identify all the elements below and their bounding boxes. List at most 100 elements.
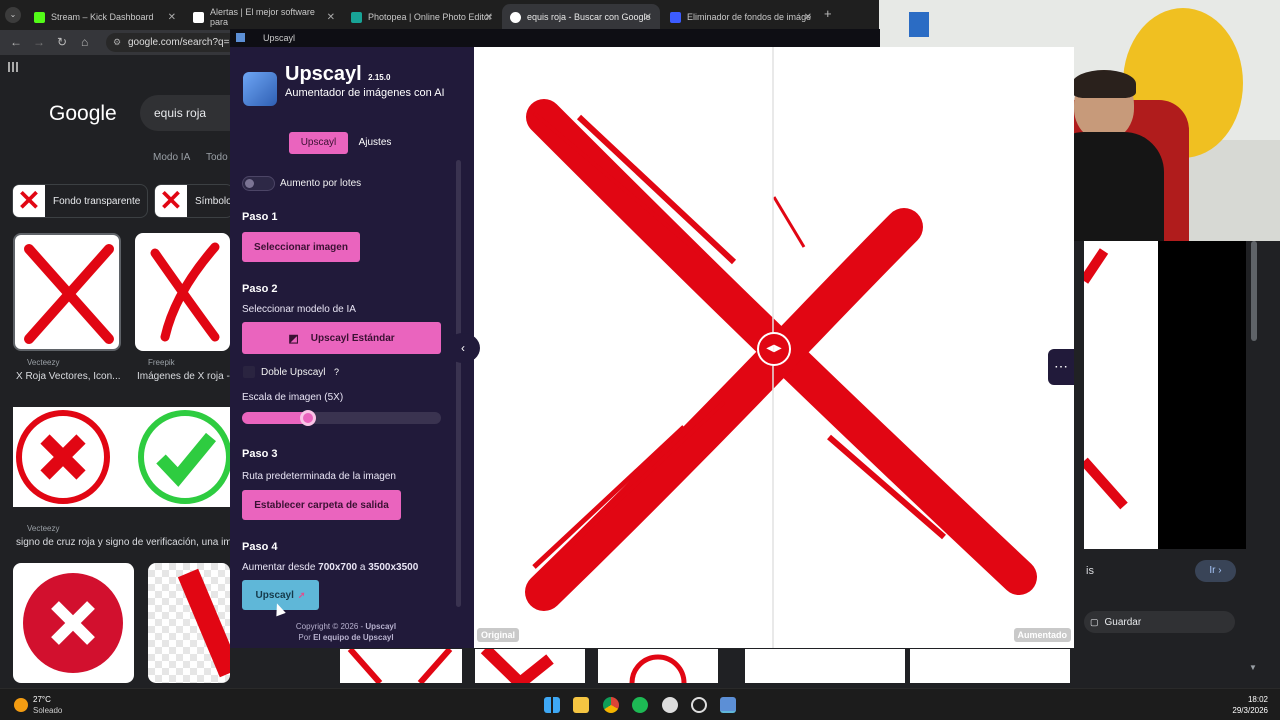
batch-label: Aumento por lotes [280, 178, 362, 189]
site-info-icon: ⚙ [113, 37, 122, 47]
close-tab-icon[interactable]: ✕ [644, 12, 652, 23]
tab-upscayl[interactable]: Upscayl [289, 132, 348, 154]
result-title[interactable]: X Roja Vectores, Icon... [16, 371, 121, 382]
weather-temp: 27°C [33, 695, 51, 704]
more-options-button[interactable]: ⋯ [1048, 349, 1074, 385]
kick-icon [34, 11, 45, 23]
tab-remove-bg[interactable]: Eliminador de fondos de imáge ✕ [662, 4, 820, 30]
photopea-icon [351, 11, 362, 23]
resolution-info: Aumentar desde 700x700 a 3500x3500 [242, 562, 419, 573]
new-tab-button[interactable]: + [824, 6, 832, 21]
model-select[interactable]: ◩ Upscayl Estándar [242, 322, 441, 354]
upscayl-sidebar: Upscayl 2.15.0 Aumentador de imágenes co… [230, 47, 474, 648]
save-button[interactable]: ▢ Guardar [1084, 611, 1235, 633]
result-image[interactable] [13, 407, 230, 507]
start-icon[interactable] [544, 697, 560, 713]
help-icon[interactable]: ? [334, 367, 339, 377]
double-upscayl-checkbox[interactable] [243, 366, 255, 378]
image-compare-preview[interactable]: ◀▶ Original Aumentado [474, 47, 1074, 648]
select-image-button[interactable]: Seleccionar imagen [242, 232, 360, 262]
result-image[interactable] [745, 649, 905, 683]
scale-slider-thumb[interactable] [300, 410, 316, 426]
chrome-icon[interactable] [603, 697, 619, 713]
clock-date[interactable]: 29/3/2026 [1232, 706, 1268, 715]
cross-and-check-image [16, 410, 230, 504]
output-path-label: Ruta predeterminada de la imagen [242, 471, 396, 482]
search-input[interactable]: equis roja [140, 95, 240, 131]
double-upscayl-label: Doble Upscayl [261, 367, 326, 378]
upscayl-taskbar-icon[interactable] [720, 697, 736, 713]
step3-title: Paso 3 [242, 448, 278, 460]
compare-handle[interactable]: ◀▶ [757, 332, 791, 366]
tab-google-search[interactable]: equis roja - Buscar con Google ✕ [502, 4, 660, 30]
red-x-image [177, 568, 230, 678]
clock-time[interactable]: 18:02 [1248, 695, 1268, 704]
step4-title: Paso 4 [242, 541, 278, 553]
google-logo[interactable]: Google [49, 102, 117, 126]
result-image[interactable] [340, 649, 462, 683]
spotify-icon[interactable] [632, 697, 648, 713]
result-image[interactable] [13, 563, 134, 683]
filter-todo[interactable]: Todo [206, 152, 228, 163]
copyright: Copyright © 2026 - Upscayl Por El equipo… [295, 622, 397, 642]
weather-icon[interactable] [14, 698, 28, 712]
close-tab-icon[interactable]: ✕ [168, 12, 176, 23]
upscaled-label: Aumentado [1013, 628, 1071, 642]
result-image[interactable] [910, 649, 1070, 683]
forward-icon[interactable]: → [33, 35, 45, 49]
model-label: Seleccionar modelo de IA [242, 304, 356, 315]
set-output-folder-button[interactable]: Establecer carpeta de salida [242, 490, 401, 520]
result-image[interactable] [148, 563, 230, 683]
result-image[interactable] [135, 233, 230, 351]
version: 2.15.0 [368, 73, 391, 82]
apps-icon[interactable] [8, 62, 18, 72]
filter-modo-ia[interactable]: Modo IA [153, 152, 190, 163]
result-image[interactable] [13, 233, 121, 351]
tab-alertas[interactable]: Alertas | El mejor software para ✕ [185, 4, 343, 30]
preview-black-area [1158, 241, 1246, 549]
back-icon[interactable]: ← [10, 35, 22, 49]
original-label: Original [477, 628, 520, 642]
home-icon[interactable]: ⌂ [81, 35, 88, 49]
batch-toggle[interactable] [242, 176, 275, 191]
collapse-sidebar-button[interactable]: ‹ [446, 333, 480, 363]
result-image[interactable] [475, 649, 585, 683]
close-tab-icon[interactable]: ✕ [804, 12, 812, 23]
upscayl-app-icon [236, 33, 245, 42]
image-preview-panel: is Ir › ▢ Guardar ▼ [1074, 241, 1280, 688]
red-x-image [1084, 248, 1128, 510]
sidebar-scrollbar[interactable] [456, 160, 461, 607]
red-x-image [480, 649, 554, 683]
tab-kick[interactable]: Stream – Kick Dashboard ✕ [26, 4, 184, 30]
scroll-down-icon[interactable]: ▼ [1249, 663, 1257, 672]
tab-ajustes[interactable]: Ajustes [354, 132, 396, 154]
rocket-icon: ➚ [297, 589, 306, 600]
upscayl-titlebar: Upscayl [230, 29, 880, 47]
go-button[interactable]: Ir › [1195, 560, 1236, 582]
poster [909, 12, 929, 37]
tab-photopea[interactable]: Photopea | Online Photo Editor ✕ [343, 4, 501, 30]
scale-slider-fill [242, 412, 308, 424]
close-tab-icon[interactable]: ✕ [327, 12, 335, 23]
tab-list-button[interactable]: ⌄ [5, 7, 21, 23]
step2-title: Paso 2 [242, 283, 278, 295]
reload-icon[interactable]: ↻ [57, 35, 67, 49]
result-title[interactable]: signo de cruz roja y signo de verificaci… [16, 537, 240, 548]
preview-image[interactable] [1084, 241, 1158, 549]
result-source: Vecteezy [27, 524, 60, 533]
step1-title: Paso 1 [242, 211, 278, 223]
result-title[interactable]: Imágenes de X roja - [137, 371, 230, 382]
close-tab-icon[interactable]: ✕ [485, 12, 493, 23]
page-scrollbar[interactable] [1251, 241, 1257, 341]
red-x-circle-image [629, 654, 687, 683]
steam-icon[interactable] [662, 697, 678, 713]
result-image[interactable] [598, 649, 718, 683]
obs-icon[interactable] [691, 697, 707, 713]
chip-fondo-transparente[interactable]: ✕ Fondo transparente [12, 184, 148, 218]
file-explorer-icon[interactable] [573, 697, 589, 713]
red-x-image [347, 649, 453, 683]
result-source: Vecteezy [27, 358, 60, 367]
chip-simbolo[interactable]: ✕ Símbolo [154, 184, 234, 218]
scale-slider[interactable] [242, 410, 441, 426]
google-icon [510, 11, 521, 23]
